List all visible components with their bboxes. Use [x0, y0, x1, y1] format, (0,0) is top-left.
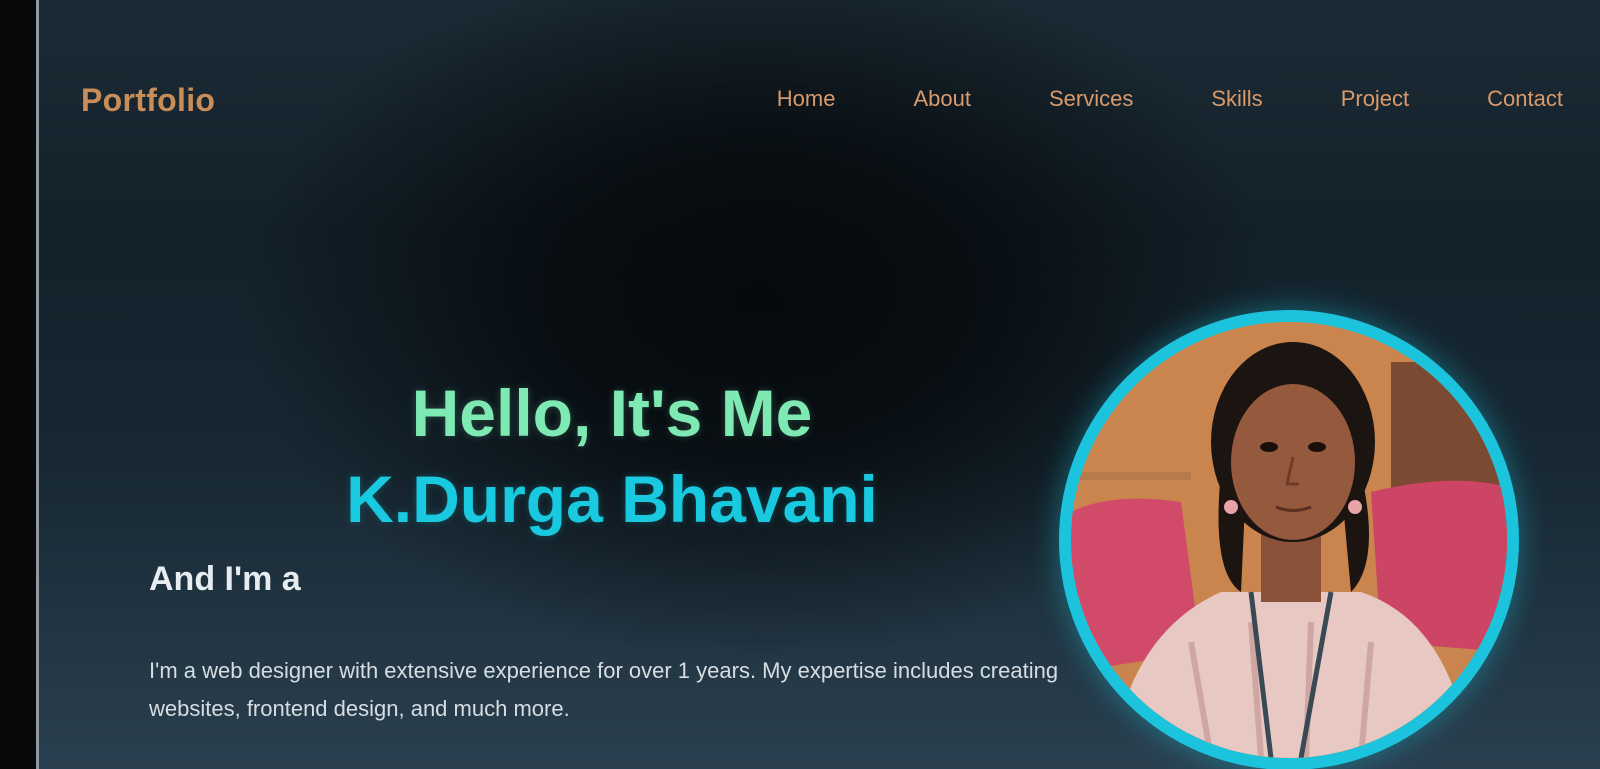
nav-link-home[interactable]: Home: [777, 86, 836, 112]
nav-link-services[interactable]: Services: [1049, 86, 1133, 112]
nav-link-skills[interactable]: Skills: [1211, 86, 1262, 112]
hero-greeting: Hello, It's Me: [411, 376, 813, 450]
site-logo[interactable]: Portfolio: [81, 82, 215, 119]
hero-name: K.Durga Bhavani: [346, 462, 878, 536]
hero-role-prefix: And I'm a: [149, 560, 301, 598]
profile-photo-icon: [1071, 322, 1507, 758]
profile-photo: [1071, 322, 1507, 758]
nav-link-about[interactable]: About: [913, 86, 971, 112]
hero-description: I'm a web designer with extensive experi…: [149, 658, 1059, 721]
profile-photo-ring: [1059, 310, 1519, 769]
nav-link-contact[interactable]: Contact: [1487, 86, 1563, 112]
nav-links: Home About Services Skills Project Conta…: [699, 86, 1563, 112]
top-navbar: Portfolio Home About Services Skills Pro…: [39, 72, 1600, 132]
nav-link-project[interactable]: Project: [1341, 86, 1409, 112]
browser-viewport: Portfolio Home About Services Skills Pro…: [36, 0, 1600, 769]
